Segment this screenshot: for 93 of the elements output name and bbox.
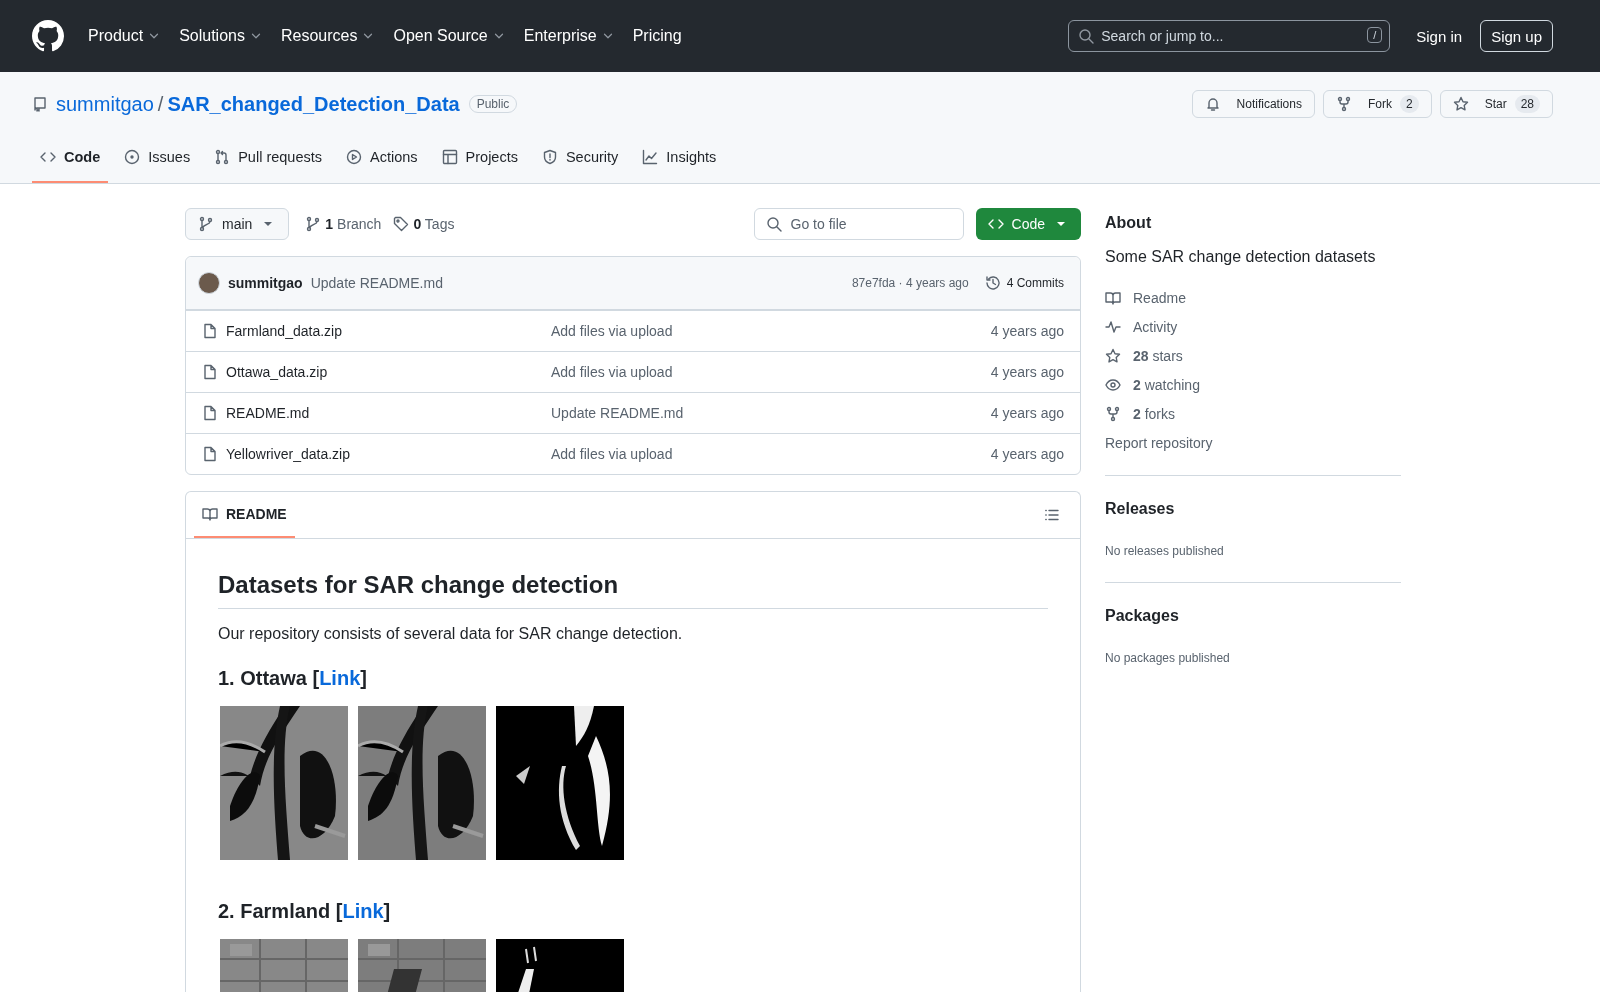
- section-heading: 1. Ottawa [Link]: [218, 667, 368, 690]
- file-name[interactable]: Farmland_data.zip: [226, 323, 551, 339]
- commit-time: 4 years ago: [990, 323, 1064, 339]
- bell-icon: [1204, 96, 1221, 112]
- nav-menu-item[interactable]: Pricing: [624, 21, 690, 51]
- star-button[interactable]: Star 28: [1439, 90, 1553, 118]
- branch-select[interactable]: main: [185, 208, 290, 240]
- fork-icon: [1105, 406, 1121, 422]
- sign-up-button[interactable]: Sign up: [1480, 20, 1553, 52]
- readme-title: Datasets for SAR change detection: [218, 571, 1048, 609]
- graph-icon: [642, 149, 659, 165]
- file-name[interactable]: Ottawa_data.zip: [226, 364, 551, 380]
- path-separator: /: [157, 92, 164, 116]
- repo-tab[interactable]: Pull requests: [206, 137, 330, 183]
- shortcut-key: /: [1367, 27, 1383, 43]
- eye-icon: [1105, 377, 1121, 393]
- play-icon: [346, 149, 362, 165]
- commit-time: 4 years ago: [990, 446, 1064, 462]
- sidebar-link[interactable]: Readme: [1105, 290, 1186, 306]
- tags-link[interactable]: 0 Tags: [393, 216, 455, 232]
- repo-tab[interactable]: Issues: [116, 137, 199, 183]
- sign-in-link[interactable]: Sign in: [1410, 23, 1469, 49]
- file-name[interactable]: Yellowriver_data.zip: [226, 446, 551, 462]
- pull-request-icon: [214, 149, 231, 165]
- book-icon: [202, 506, 218, 522]
- branch-icon: [198, 216, 214, 232]
- commit-message[interactable]: Add files via upload: [551, 446, 991, 462]
- dataset-link[interactable]: Link: [342, 900, 384, 922]
- commit-message[interactable]: Add files via upload: [551, 364, 991, 380]
- nav-menu-item[interactable]: Resources: [272, 21, 384, 51]
- report-link[interactable]: Report repository: [1105, 435, 1213, 451]
- go-to-file-field[interactable]: Go to file: [753, 208, 964, 240]
- commit-time: 4 years ago: [990, 364, 1064, 380]
- packages-note: No packages published: [1105, 651, 1231, 665]
- counter: 28: [1514, 95, 1540, 113]
- packages-heading[interactable]: Packages: [1105, 607, 1401, 625]
- repo-tab[interactable]: Code: [32, 137, 109, 183]
- about-heading: About: [1105, 214, 1153, 232]
- repo-tab[interactable]: Actions: [338, 137, 426, 183]
- table-icon: [441, 149, 458, 165]
- fork-icon: [1335, 96, 1352, 112]
- branch-icon: [305, 216, 322, 232]
- file-icon: [202, 405, 218, 421]
- file-icon: [202, 364, 218, 380]
- repo-tab[interactable]: Security: [533, 137, 627, 183]
- repo-description: Some SAR change detection datasets: [1105, 248, 1377, 266]
- commit-message[interactable]: Update README.md: [310, 275, 443, 291]
- releases-heading[interactable]: Releases: [1105, 500, 1401, 518]
- commit-hash-time[interactable]: 87e7fda · 4 years ago: [851, 276, 969, 290]
- readme-paragraph: Our repository consists of several data for SAR change detection.: [218, 625, 684, 643]
- counter: 2: [1399, 95, 1419, 113]
- nav-menu-item[interactable]: Product: [80, 21, 170, 51]
- sidebar-link[interactable]: 2 watching: [1105, 377, 1200, 393]
- file-icon: [202, 446, 218, 462]
- fork-button[interactable]: Fork 2: [1322, 90, 1432, 118]
- nav-menu-item[interactable]: Solutions: [171, 21, 271, 51]
- sidebar-link[interactable]: Activity: [1105, 319, 1178, 335]
- history-icon: [984, 275, 1001, 291]
- nav-menu-item[interactable]: Open Source: [385, 21, 514, 51]
- owner-link[interactable]: summitgao: [56, 92, 154, 116]
- book-icon: [1105, 290, 1121, 306]
- repo-name-link[interactable]: SAR_changed_Detection_Data: [167, 92, 460, 116]
- commit-time: 4 years ago: [990, 405, 1064, 421]
- avatar[interactable]: [198, 272, 220, 294]
- github-logo-icon[interactable]: [32, 20, 64, 52]
- file-icon: [202, 323, 218, 339]
- star-icon: [1105, 348, 1121, 364]
- list-icon: [1044, 507, 1060, 523]
- pulse-icon: [1105, 319, 1121, 335]
- commits-link[interactable]: 4 Commits: [984, 275, 1064, 291]
- nav-menu-item[interactable]: Enterprise: [515, 21, 623, 51]
- notifications-button[interactable]: Notifications: [1191, 90, 1315, 118]
- search-icon: [1078, 28, 1095, 44]
- shield-icon: [541, 149, 558, 165]
- commit-message[interactable]: Add files via upload: [551, 323, 991, 339]
- commit-author[interactable]: summitgao: [228, 275, 303, 291]
- commit-message[interactable]: Update README.md: [551, 405, 991, 421]
- code-button[interactable]: Code: [975, 208, 1081, 240]
- circle-dot-icon: [124, 149, 141, 165]
- sidebar-link[interactable]: 28 stars: [1105, 348, 1183, 364]
- repo-icon: [32, 96, 48, 112]
- section-heading: 2. Farmland [Link]: [218, 900, 392, 923]
- file-name[interactable]: README.md: [226, 405, 551, 421]
- tag-icon: [393, 216, 410, 232]
- repo-tab[interactable]: Projects: [433, 137, 526, 183]
- dataset-link[interactable]: Link: [319, 667, 361, 689]
- search-icon: [765, 216, 782, 232]
- repo-tab[interactable]: Insights: [634, 137, 725, 183]
- sidebar-link[interactable]: 2 forks: [1105, 406, 1176, 422]
- releases-note: No releases published: [1105, 544, 1225, 558]
- branches-link[interactable]: 1 Branch: [305, 216, 382, 232]
- star-icon: [1452, 96, 1469, 112]
- readme-tab[interactable]: README: [194, 492, 295, 538]
